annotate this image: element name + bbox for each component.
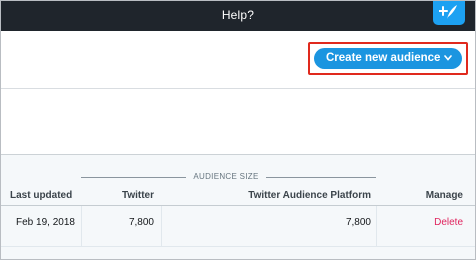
audience-table: AUDIENCE SIZE Last updated Twitter Twitt… — [1, 155, 475, 259]
column-header-tap[interactable]: Twitter Audience Platform — [201, 190, 371, 201]
compose-tweet-icon — [439, 5, 457, 19]
audience-size-rule-right — [266, 177, 376, 178]
empty-content-area — [1, 89, 475, 154]
create-new-audience-label: Create new audience — [326, 52, 441, 64]
column-header-manage: Manage — [425, 190, 463, 201]
cell-last-updated: Feb 19, 2018 — [16, 217, 75, 228]
create-audience-highlight: Create new audience — [308, 42, 468, 75]
cell-twitter-size: 7,800 — [128, 217, 154, 228]
audience-actions-row: Create new audience — [1, 31, 475, 88]
column-header-twitter[interactable]: Twitter — [96, 190, 154, 201]
app-window: Help? Create new audience AUDIENCE SIZE … — [0, 0, 476, 260]
chevron-down-icon — [444, 55, 452, 61]
create-new-audience-button[interactable]: Create new audience — [314, 48, 462, 69]
audience-size-group-header: AUDIENCE SIZE — [193, 172, 259, 181]
top-navigation-bar: Help? — [1, 1, 475, 31]
delete-link[interactable]: Delete — [406, 217, 463, 228]
cell-tap-size: 7,800 — [345, 217, 371, 228]
column-separator — [81, 206, 82, 246]
help-link[interactable]: Help? — [1, 8, 475, 22]
column-separator — [161, 206, 162, 246]
compose-tweet-button[interactable] — [433, 1, 465, 25]
column-separator — [376, 206, 377, 246]
column-header-last-updated[interactable]: Last updated — [10, 190, 72, 201]
audience-size-rule-left — [81, 177, 186, 178]
table-row-divider — [1, 246, 475, 247]
table-header-divider — [1, 205, 475, 206]
